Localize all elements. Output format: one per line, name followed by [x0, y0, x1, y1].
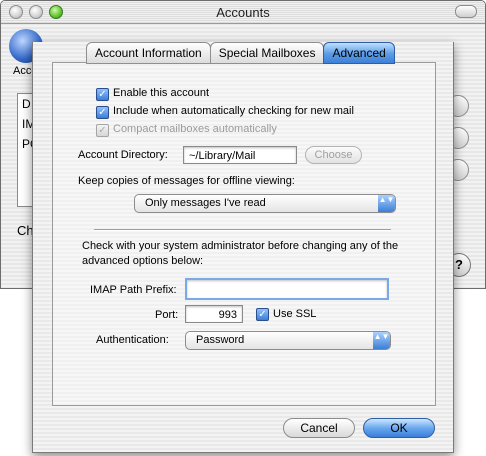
- imap-path-prefix-input[interactable]: [185, 278, 389, 300]
- account-settings-sheet: Account Information Special Mailboxes Ad…: [32, 42, 454, 453]
- authentication-popup[interactable]: Password ▲▼: [185, 331, 391, 350]
- compact-mailboxes-checkbox: ✓: [96, 124, 109, 137]
- tab-advanced[interactable]: Advanced: [323, 42, 395, 64]
- advanced-pane: ✓ Enable this account ✓ Include when aut…: [52, 62, 436, 406]
- port-label: Port:: [155, 309, 179, 321]
- offline-viewing-selected: Only messages I've read: [145, 197, 266, 209]
- authentication-label: Authentication:: [96, 334, 169, 346]
- divider: [94, 229, 391, 231]
- cancel-button[interactable]: Cancel: [283, 418, 355, 438]
- account-directory-label: Account Directory:: [78, 149, 168, 161]
- enable-account-label: Enable this account: [113, 87, 210, 99]
- ok-button[interactable]: OK: [363, 418, 435, 438]
- account-directory-field[interactable]: ~/Library/Mail: [183, 146, 297, 164]
- include-auto-check-label: Include when automatically checking for …: [113, 105, 354, 117]
- tab-bar: Account Information Special Mailboxes Ad…: [86, 42, 395, 64]
- popup-arrows-icon: ▲▼: [378, 195, 395, 212]
- offline-viewing-popup[interactable]: Only messages I've read ▲▼: [134, 194, 396, 213]
- use-ssl-label: Use SSL: [273, 308, 317, 320]
- offline-viewing-label: Keep copies of messages for offline view…: [78, 175, 295, 187]
- tab-special-mailboxes[interactable]: Special Mailboxes: [209, 42, 325, 64]
- toolbar-toggle-button[interactable]: [455, 5, 477, 18]
- admin-notice-line2: advanced options below:: [82, 255, 204, 267]
- popup-arrows-icon: ▲▼: [373, 332, 390, 349]
- tab-account-information[interactable]: Account Information: [86, 42, 211, 64]
- imap-path-prefix-label: IMAP Path Prefix:: [90, 284, 177, 296]
- use-ssl-checkbox[interactable]: ✓: [256, 308, 269, 321]
- authentication-selected: Password: [196, 334, 245, 346]
- choose-button: Choose: [305, 146, 362, 164]
- title-bar: Accounts: [1, 1, 485, 24]
- admin-notice-line1: Check with your system administrator bef…: [82, 240, 399, 252]
- include-auto-check-checkbox[interactable]: ✓: [96, 106, 109, 119]
- window-title: Accounts: [216, 5, 270, 20]
- port-input[interactable]: 993: [185, 305, 243, 323]
- enable-account-checkbox[interactable]: ✓: [96, 88, 109, 101]
- compact-mailboxes-label: Compact mailboxes automatically: [113, 123, 277, 135]
